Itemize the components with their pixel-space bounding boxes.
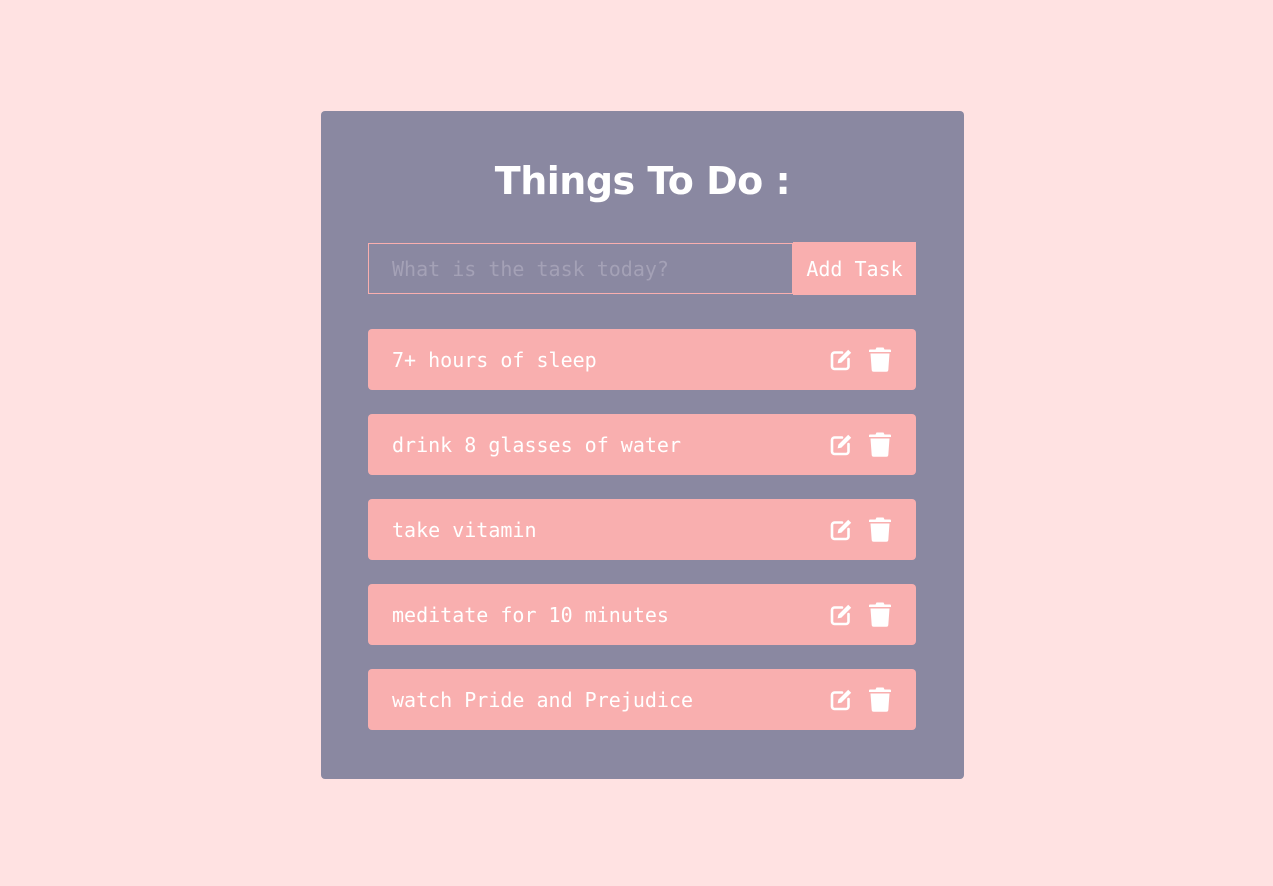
trash-icon[interactable] <box>868 517 892 542</box>
edit-icon[interactable] <box>829 517 853 542</box>
task-item: 7+ hours of sleep <box>368 329 916 390</box>
edit-icon[interactable] <box>829 602 853 627</box>
trash-icon[interactable] <box>868 602 892 627</box>
add-task-form: Add Task <box>368 242 916 295</box>
trash-icon[interactable] <box>868 347 892 372</box>
edit-icon[interactable] <box>829 432 853 457</box>
task-input[interactable] <box>368 243 793 294</box>
task-item: drink 8 glasses of water <box>368 414 916 475</box>
task-actions <box>829 432 892 457</box>
task-text: 7+ hours of sleep <box>392 347 597 372</box>
task-text: meditate for 10 minutes <box>392 602 669 627</box>
edit-icon[interactable] <box>829 687 853 712</box>
trash-icon[interactable] <box>868 432 892 457</box>
task-list: 7+ hours of sleep drink 8 glasses of wat… <box>368 329 916 754</box>
add-task-button[interactable]: Add Task <box>793 242 916 295</box>
task-item: watch Pride and Prejudice <box>368 669 916 730</box>
edit-icon[interactable] <box>829 347 853 372</box>
task-actions <box>829 517 892 542</box>
task-actions <box>829 602 892 627</box>
page-title: Things To Do : <box>494 159 791 203</box>
task-item: meditate for 10 minutes <box>368 584 916 645</box>
trash-icon[interactable] <box>868 687 892 712</box>
todo-card: Things To Do : Add Task 7+ hours of slee… <box>321 111 964 779</box>
task-actions <box>829 687 892 712</box>
task-item: take vitamin <box>368 499 916 560</box>
task-text: watch Pride and Prejudice <box>392 687 694 712</box>
task-actions <box>829 347 892 372</box>
task-text: drink 8 glasses of water <box>392 432 681 457</box>
task-text: take vitamin <box>392 517 537 542</box>
